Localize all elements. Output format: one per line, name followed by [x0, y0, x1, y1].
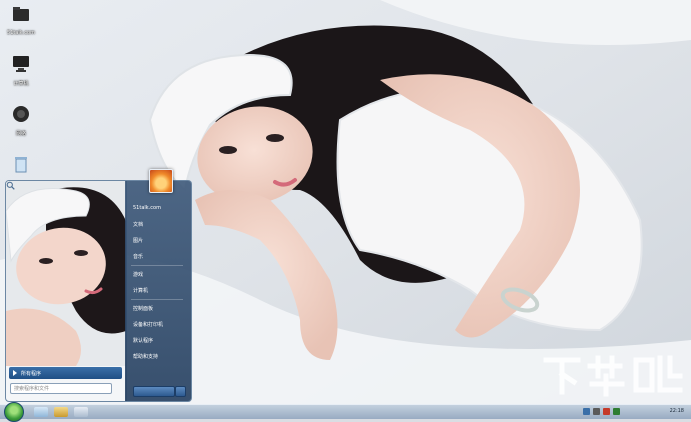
start-item-pictures[interactable]: 图片 — [133, 237, 143, 244]
taskbar-explorer-button[interactable] — [54, 407, 68, 417]
shutdown-button[interactable] — [133, 386, 175, 397]
menu-divider — [131, 265, 183, 266]
system-tray: 22:18 — [565, 406, 687, 418]
start-item-user-folder[interactable]: 51talk.com — [133, 205, 161, 211]
security-tray-icon[interactable] — [603, 408, 610, 415]
start-item-games[interactable]: 游戏 — [133, 271, 143, 278]
desktop-icon-label: 计算机 — [13, 81, 29, 87]
desktop-icon-label: 51talk.com — [7, 30, 35, 36]
taskbar-ie-button[interactable] — [34, 407, 48, 417]
folder-icon — [13, 7, 29, 21]
start-item-documents[interactable]: 文档 — [133, 221, 143, 228]
taskbar-clock[interactable]: 22:18 — [670, 408, 684, 414]
desktop-icon-folder[interactable]: 51talk.com — [4, 4, 38, 36]
shutdown-options-button[interactable] — [175, 386, 186, 397]
start-menu-preview-image — [6, 181, 126, 366]
desktop-icon-network[interactable]: 网络 — [4, 104, 38, 137]
start-item-devices-printers[interactable]: 设备和打印机 — [133, 321, 163, 328]
recycle-bin-icon — [15, 157, 27, 173]
chevron-right-icon — [13, 370, 17, 376]
start-item-control-panel[interactable]: 控制面板 — [133, 305, 153, 312]
network-tray-icon[interactable] — [583, 408, 590, 415]
desktop-icon-computer[interactable]: 计算机 — [4, 54, 38, 87]
all-programs-label: 所有程序 — [21, 370, 42, 377]
network-icon — [13, 106, 29, 122]
desktop-icon-label: 网络 — [15, 131, 26, 137]
start-search-input[interactable]: 搜索程序和文件 — [10, 383, 112, 394]
start-menu: 所有程序 搜索程序和文件 51talk.com 文档 图片 音乐 游戏 计算机 … — [5, 169, 192, 402]
user-avatar[interactable] — [149, 169, 173, 193]
app-tray-icon[interactable] — [613, 408, 620, 415]
start-item-computer[interactable]: 计算机 — [133, 287, 148, 294]
desktop-icon-recycle-bin[interactable] — [4, 154, 38, 178]
start-item-help-support[interactable]: 帮助和支持 — [133, 353, 158, 360]
start-button[interactable] — [4, 402, 24, 422]
start-menu-left-pane: 所有程序 搜索程序和文件 — [5, 180, 127, 402]
computer-icon — [13, 56, 29, 72]
search-icon[interactable] — [6, 181, 15, 190]
site-watermark-logo — [543, 355, 683, 397]
start-item-default-programs[interactable]: 默认程序 — [133, 337, 153, 344]
start-menu-right-pane: 51talk.com 文档 图片 音乐 游戏 计算机 控制面板 设备和打印机 默… — [125, 169, 192, 402]
all-programs-button[interactable]: 所有程序 — [9, 367, 122, 379]
taskbar: 22:18 — [0, 402, 691, 422]
volume-tray-icon[interactable] — [593, 408, 600, 415]
taskbar-media-button[interactable] — [74, 407, 88, 417]
menu-divider — [131, 299, 183, 300]
start-item-music[interactable]: 音乐 — [133, 253, 143, 260]
